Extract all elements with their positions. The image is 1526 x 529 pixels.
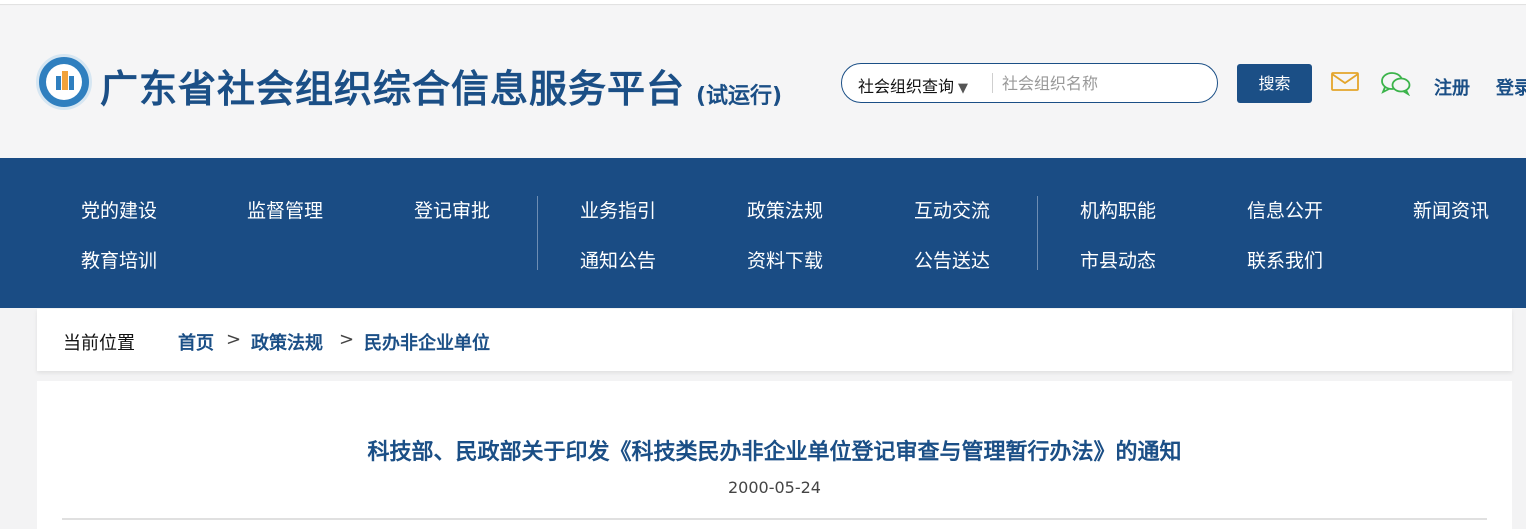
site-title[interactable]: 广东省社会组织综合信息服务平台 (100, 58, 685, 113)
nav-divider (537, 196, 538, 270)
search-type-label: 社会组织查询 (858, 77, 955, 96)
nav-item-announcement-delivery[interactable]: 公告送达 (914, 246, 990, 273)
dropdown-arrow-icon: ▼ (958, 81, 969, 96)
search-type-dropdown[interactable]: 社会组织查询 ▼ (858, 73, 968, 97)
search-box: 社会组织查询 ▼ (841, 63, 1218, 103)
article-panel: 科技部、民政部关于印发《科技类民办非企业单位登记审查与管理暂行办法》的通知 20… (37, 381, 1512, 529)
article-title: 科技部、民政部关于印发《科技类民办非企业单位登记审查与管理暂行办法》的通知 (367, 440, 1182, 465)
nav-item-city-news[interactable]: 市县动态 (1080, 246, 1156, 273)
nav-item-functions[interactable]: 机构职能 (1080, 196, 1156, 223)
nav-divider (1037, 196, 1038, 270)
top-edge (0, 0, 1526, 5)
login-link[interactable]: 登录 (1496, 74, 1526, 100)
nav-item-party-building[interactable]: 党的建设 (81, 196, 157, 223)
nav-item-downloads[interactable]: 资料下载 (747, 246, 823, 273)
breadcrumb-policy[interactable]: 政策法规 (251, 329, 323, 355)
breadcrumb-separator: > (339, 329, 355, 350)
site-header: 广东省社会组织综合信息服务平台 (试运行) 社会组织查询▼ 搜索 注册 登录 (0, 6, 1526, 158)
search-input[interactable] (1002, 70, 1202, 96)
search-divider (992, 73, 993, 93)
nav-item-notices[interactable]: 通知公告 (580, 246, 656, 273)
breadcrumb-separator: > (226, 329, 242, 350)
nav-item-disclosure[interactable]: 信息公开 (1247, 196, 1323, 223)
main-nav: 党的建设 监督管理 登记审批 业务指引 政策法规 互动交流 机构职能 信息公开 … (0, 158, 1526, 308)
nav-item-registration[interactable]: 登记审批 (414, 196, 490, 223)
nav-item-contact[interactable]: 联系我们 (1247, 246, 1323, 273)
nav-item-interaction[interactable]: 互动交流 (914, 196, 990, 223)
breadcrumb-category[interactable]: 民办非企业单位 (364, 329, 490, 355)
divider (62, 518, 1487, 520)
wechat-icon[interactable] (1380, 70, 1412, 96)
nav-item-policy[interactable]: 政策法规 (747, 196, 823, 223)
register-link[interactable]: 注册 (1434, 74, 1470, 100)
mail-icon[interactable] (1331, 72, 1359, 91)
breadcrumb-home[interactable]: 首页 (178, 329, 214, 355)
nav-item-training[interactable]: 教育培训 (81, 246, 157, 273)
search-button[interactable]: 搜索 (1237, 64, 1312, 103)
site-logo-icon[interactable] (36, 54, 92, 110)
nav-item-news[interactable]: 新闻资讯 (1413, 196, 1489, 223)
nav-item-business-guide[interactable]: 业务指引 (580, 196, 656, 223)
nav-item-supervision[interactable]: 监督管理 (247, 196, 323, 223)
breadcrumb: 当前位置 首页 > 政策法规 > 民办非企业单位 (37, 309, 1512, 371)
article-date: 2000-05-24 (728, 478, 821, 497)
breadcrumb-label: 当前位置 (63, 333, 135, 354)
site-subtitle: (试运行) (696, 84, 783, 109)
